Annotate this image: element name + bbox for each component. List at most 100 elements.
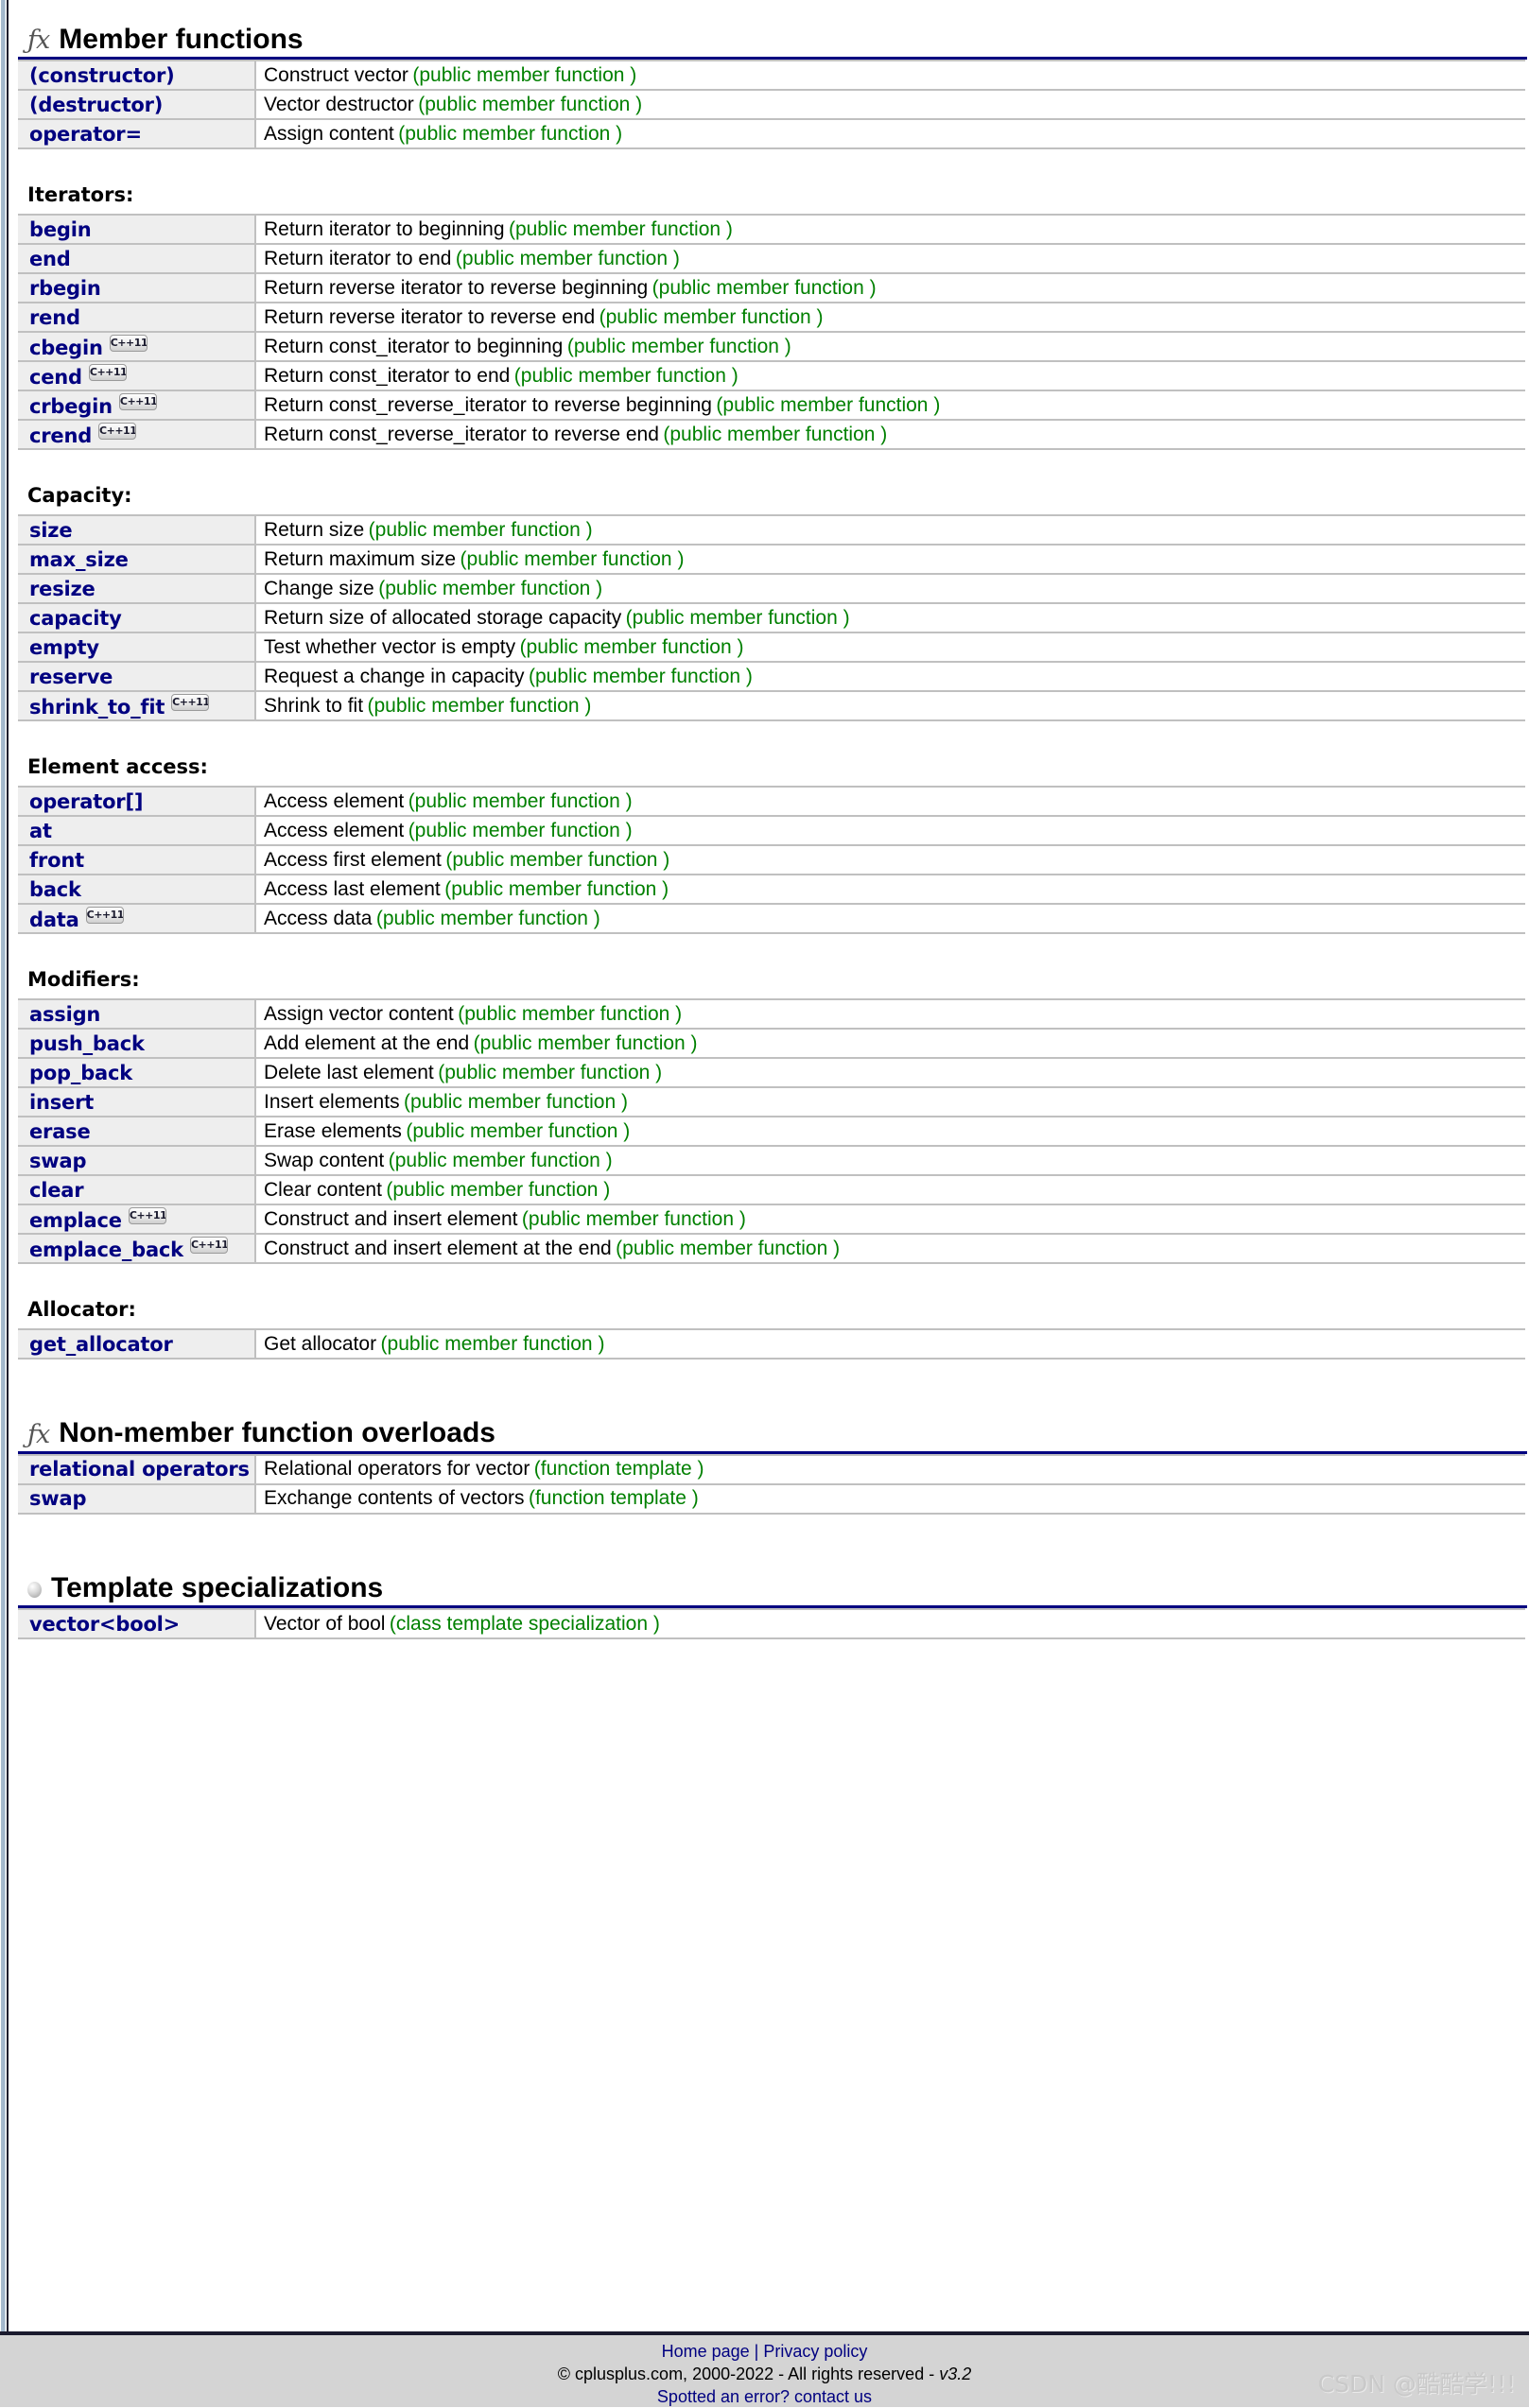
function-link[interactable]: crend [29,424,92,447]
table-row[interactable]: crendC++11Return const_reverse_iterator … [18,420,1525,449]
table-row[interactable]: cbeginC++11Return const_iterator to begi… [18,332,1525,361]
home-page-link[interactable]: Home page [662,2342,750,2361]
table-row[interactable]: push_backAdd element at the end (public … [18,1029,1525,1058]
function-link[interactable]: front [29,849,84,872]
function-name-cell[interactable]: crbeginC++11 [18,390,255,420]
function-name-cell[interactable]: rend [18,303,255,332]
function-name-cell[interactable]: end [18,244,255,273]
function-name-cell[interactable]: reserve [18,662,255,691]
function-link[interactable]: get_allocator [29,1333,173,1356]
function-name-cell[interactable]: cbeginC++11 [18,332,255,361]
table-row[interactable]: resizeChange size (public member functio… [18,574,1525,603]
function-link[interactable]: operator[] [29,790,143,813]
function-link[interactable]: pop_back [29,1062,132,1084]
function-name-cell[interactable]: (constructor) [18,61,255,90]
table-row[interactable]: swapSwap content (public member function… [18,1146,1525,1175]
function-name-cell[interactable]: front [18,845,255,875]
function-name-cell[interactable]: emplaceC++11 [18,1204,255,1234]
function-link[interactable]: size [29,519,72,542]
function-link[interactable]: erase [29,1120,91,1143]
function-name-cell[interactable]: emplace_backC++11 [18,1234,255,1263]
table-row[interactable]: operator[]Access element (public member … [18,787,1525,816]
function-name-cell[interactable]: operator[] [18,787,255,816]
function-name-cell[interactable]: dataC++11 [18,904,255,933]
table-row[interactable]: capacityReturn size of allocated storage… [18,603,1525,632]
function-name-cell[interactable]: swap [18,1484,255,1514]
function-link[interactable]: begin [29,218,91,241]
table-row[interactable]: eraseErase elements (public member funct… [18,1117,1525,1146]
table-row[interactable]: clearClear content (public member functi… [18,1175,1525,1204]
table-row[interactable]: emptyTest whether vector is empty (publi… [18,632,1525,662]
function-link[interactable]: operator= [29,123,142,146]
function-name-cell[interactable]: swap [18,1146,255,1175]
table-row[interactable]: swapExchange contents of vectors (functi… [18,1484,1525,1514]
function-link[interactable]: crbegin [29,395,113,418]
function-name-cell[interactable]: max_size [18,545,255,574]
table-row[interactable]: rbeginReturn reverse iterator to reverse… [18,273,1525,303]
table-row[interactable]: get_allocatorGet allocator (public membe… [18,1329,1525,1359]
table-row[interactable]: operator= Assign content (public member … [18,119,1525,148]
table-row[interactable]: insertInsert elements (public member fun… [18,1087,1525,1117]
function-link[interactable]: max_size [29,548,129,571]
function-name-cell[interactable]: shrink_to_fitC++11 [18,691,255,720]
spotted-error-link[interactable]: Spotted an error? contact us [657,2387,872,2406]
function-name-cell[interactable]: assign [18,999,255,1029]
table-row[interactable]: backAccess last element (public member f… [18,875,1525,904]
function-link[interactable]: capacity [29,607,122,630]
function-link[interactable]: resize [29,578,96,600]
function-name-cell[interactable]: pop_back [18,1058,255,1087]
function-name-cell[interactable]: vector<bool> [18,1609,255,1638]
function-name-cell[interactable]: clear [18,1175,255,1204]
table-row[interactable]: cendC++11Return const_iterator to end (p… [18,361,1525,390]
function-name-cell[interactable]: cendC++11 [18,361,255,390]
function-name-cell[interactable]: size [18,515,255,545]
table-row[interactable]: crbeginC++11Return const_reverse_iterato… [18,390,1525,420]
function-name-cell[interactable]: rbegin [18,273,255,303]
function-name-cell[interactable]: back [18,875,255,904]
table-row[interactable]: sizeReturn size (public member function … [18,515,1525,545]
privacy-policy-link[interactable]: Privacy policy [763,2342,867,2361]
function-name-cell[interactable]: push_back [18,1029,255,1058]
function-link[interactable]: at [29,820,52,842]
table-row[interactable]: assignAssign vector content (public memb… [18,999,1525,1029]
function-link[interactable]: relational operators [29,1458,250,1481]
table-row[interactable]: frontAccess first element (public member… [18,845,1525,875]
function-link[interactable]: emplace [29,1209,122,1232]
function-link[interactable]: clear [29,1179,83,1202]
function-name-cell[interactable]: erase [18,1117,255,1146]
function-name-cell[interactable]: at [18,816,255,845]
table-row[interactable]: rendReturn reverse iterator to reverse e… [18,303,1525,332]
table-row[interactable]: max_sizeReturn maximum size (public memb… [18,545,1525,574]
table-row[interactable]: emplace_backC++11Construct and insert el… [18,1234,1525,1263]
table-row[interactable]: pop_backDelete last element (public memb… [18,1058,1525,1087]
table-row[interactable]: (destructor) Vector destructor (public m… [18,90,1525,119]
table-row[interactable]: reserveRequest a change in capacity (pub… [18,662,1525,691]
function-name-cell[interactable]: resize [18,574,255,603]
function-link[interactable]: empty [29,636,99,659]
function-link[interactable]: insert [29,1091,94,1114]
function-link[interactable]: end [29,248,71,270]
function-name-cell[interactable]: relational operators [18,1455,255,1484]
function-link[interactable]: cbegin [29,337,103,359]
table-row[interactable]: atAccess element (public member function… [18,816,1525,845]
function-link[interactable]: data [29,909,79,931]
function-link[interactable]: push_back [29,1032,145,1055]
function-link[interactable]: vector<bool> [29,1613,180,1636]
table-row[interactable]: vector<bool>Vector of bool (class templa… [18,1609,1525,1638]
function-link[interactable]: swap [29,1150,86,1172]
function-name-cell[interactable]: begin [18,215,255,244]
function-link[interactable]: rbegin [29,277,101,300]
function-name-cell[interactable]: insert [18,1087,255,1117]
function-link[interactable]: (destructor) [29,94,163,116]
function-link[interactable]: reserve [29,666,113,688]
function-link[interactable]: emplace_back [29,1239,183,1261]
function-link[interactable]: assign [29,1003,100,1026]
function-name-cell[interactable]: get_allocator [18,1329,255,1359]
function-name-cell[interactable]: operator= [18,119,255,148]
table-row[interactable]: endReturn iterator to end (public member… [18,244,1525,273]
function-name-cell[interactable]: crendC++11 [18,420,255,449]
table-row[interactable]: beginReturn iterator to beginning (publi… [18,215,1525,244]
function-link[interactable]: rend [29,306,80,329]
function-name-cell[interactable]: (destructor) [18,90,255,119]
function-link[interactable]: swap [29,1487,86,1510]
